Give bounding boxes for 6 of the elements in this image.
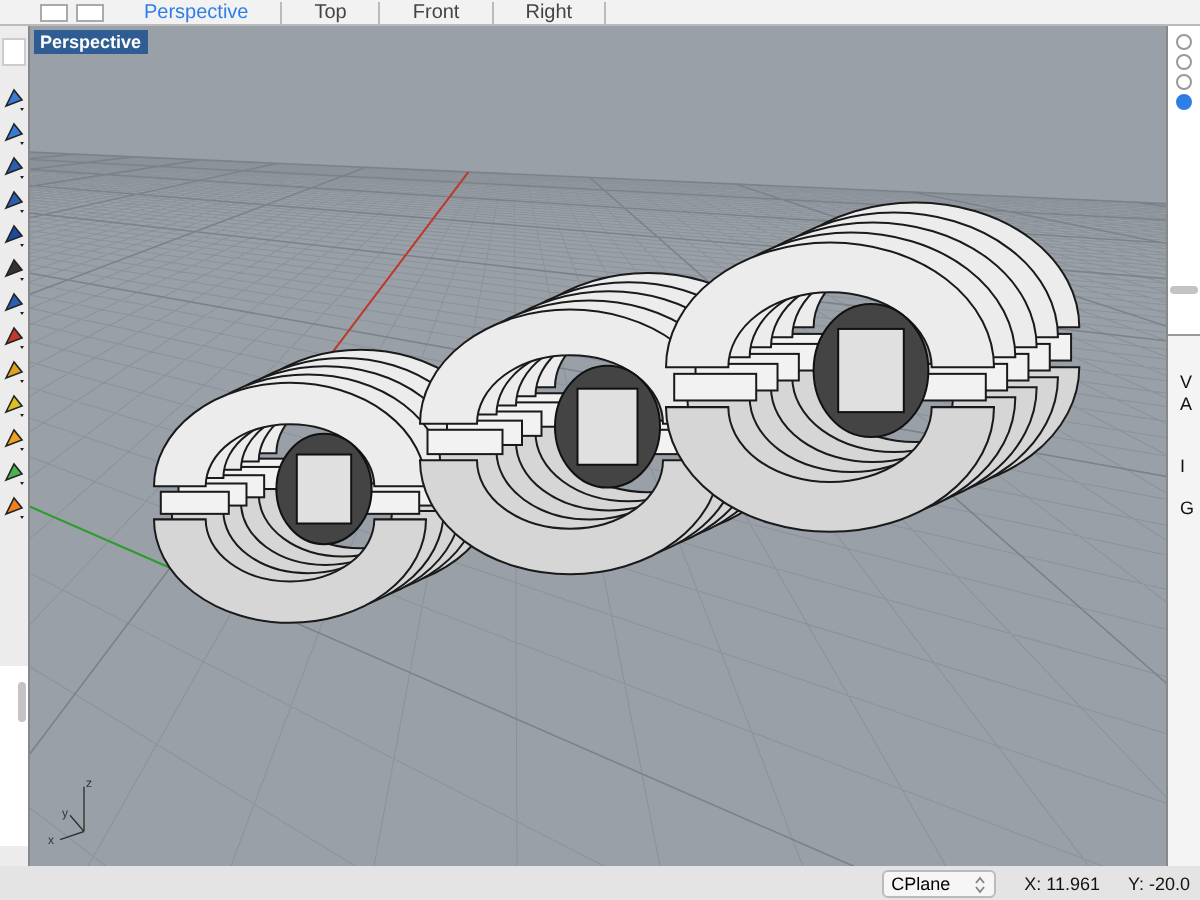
y-coordinate: Y: -20.0	[1128, 874, 1193, 894]
panel-label: G	[1180, 498, 1195, 520]
panel-label: A	[1180, 394, 1193, 416]
panel-label: I	[1180, 456, 1186, 478]
x-coordinate: X: 11.961	[1024, 874, 1100, 894]
panel-label: V	[1180, 372, 1193, 394]
